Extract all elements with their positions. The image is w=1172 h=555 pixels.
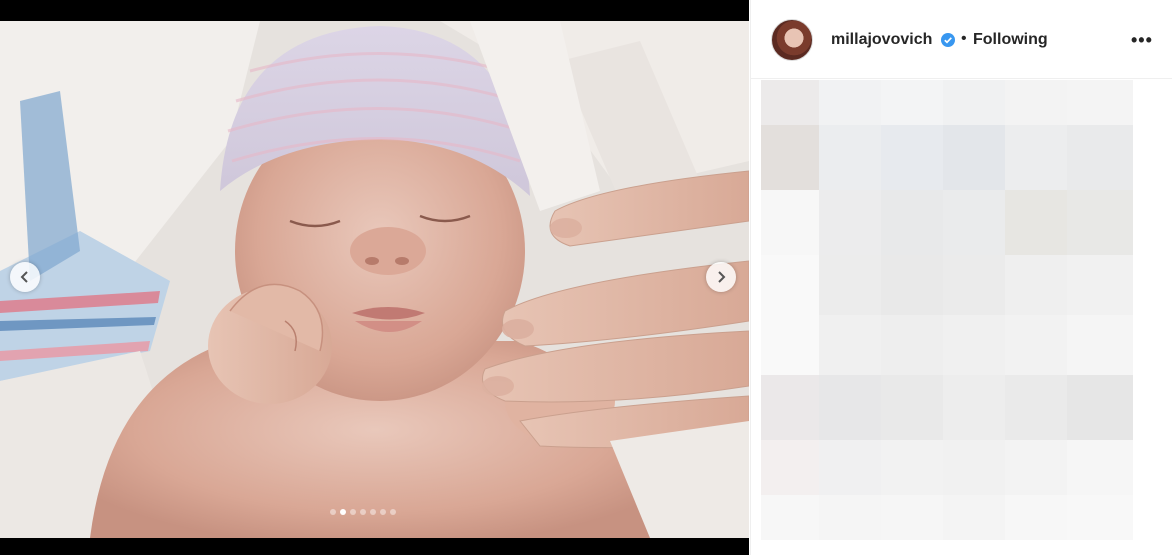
- carousel-dot: [360, 509, 366, 515]
- carousel-dot: [370, 509, 376, 515]
- verified-badge-icon: [941, 33, 955, 47]
- photo-illustration: [0, 21, 749, 538]
- carousel-next-button[interactable]: [706, 262, 736, 292]
- carousel-dot: [380, 509, 386, 515]
- following-button[interactable]: Following: [973, 31, 1048, 49]
- carousel-dot: [350, 509, 356, 515]
- carousel-dot: [330, 509, 336, 515]
- avatar[interactable]: [771, 19, 813, 61]
- username-link[interactable]: millajovovich: [831, 31, 932, 49]
- carousel-prev-button[interactable]: [10, 262, 40, 292]
- carousel-indicator: [330, 509, 396, 515]
- carousel-dot: [390, 509, 396, 515]
- chevron-left-icon: [20, 271, 28, 283]
- post-sidebar: millajovovich • Following •••: [750, 0, 1172, 555]
- blurred-comments-area: [761, 80, 1133, 540]
- separator-dot: •: [961, 30, 967, 47]
- more-options-icon[interactable]: •••: [1131, 30, 1153, 51]
- post-header: millajovovich • Following •••: [751, 0, 1172, 79]
- newborn-photo: [0, 21, 749, 538]
- chevron-right-icon: [718, 271, 726, 283]
- carousel-dot: [340, 509, 346, 515]
- post-media: [0, 0, 749, 555]
